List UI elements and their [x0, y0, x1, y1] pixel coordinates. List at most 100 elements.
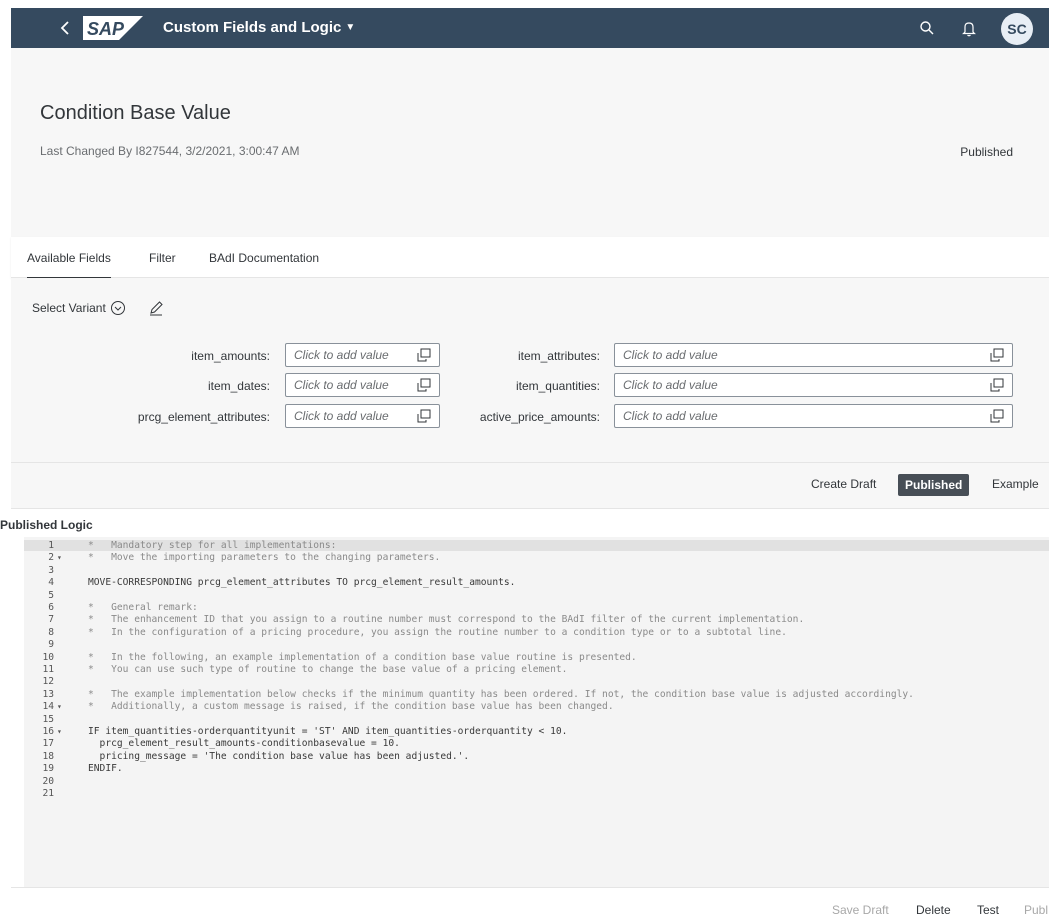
last-changed-info: Last Changed By I827544, 3/2/2021, 3:00:…	[40, 144, 300, 158]
variant-selector[interactable]: Select Variant	[32, 300, 126, 316]
value-help-icon[interactable]	[417, 409, 431, 423]
code-line[interactable]: 18 pricing_message = 'The condition base…	[24, 751, 1049, 762]
tab-filter[interactable]: Filter	[149, 251, 176, 265]
avatar-initials: SC	[1007, 21, 1027, 37]
value-help-icon[interactable]	[417, 348, 431, 362]
item-amounts-placeholder: Click to add value	[294, 348, 389, 362]
line-number: 6	[48, 602, 54, 613]
code-line[interactable]: 7 * The enhancement ID that you assign to…	[24, 614, 1049, 625]
example-toggle-button[interactable]: Example	[992, 477, 1039, 491]
line-number: 19	[42, 763, 54, 775]
active-price-amounts-input[interactable]: Click to add value	[614, 404, 1013, 428]
code-line[interactable]: 20	[24, 776, 1049, 787]
line-number: 11	[42, 664, 54, 675]
object-header: Condition Base Value Last Changed By I82…	[11, 48, 1049, 237]
sap-logo[interactable]: SAP	[83, 16, 143, 40]
code-line[interactable]: 1 * Mandatory step for all implementation…	[24, 540, 1049, 551]
code-line[interactable]: 6 * General remark:	[24, 602, 1049, 613]
line-number: 20	[42, 775, 54, 787]
value-help-icon[interactable]	[990, 348, 1004, 362]
item-attributes-input[interactable]: Click to add value	[614, 343, 1013, 367]
line-number: 18	[42, 750, 54, 762]
code-line[interactable]: 14 ▾ * Additionally, a custom message is r…	[24, 701, 1049, 712]
line-number: 9	[48, 639, 54, 651]
chevron-left-icon	[60, 21, 69, 35]
code-line[interactable]: 8 * In the configuration of a pricing pro…	[24, 627, 1049, 638]
active-price-amounts-placeholder: Click to add value	[623, 409, 718, 423]
fold-toggle-icon[interactable]: ▾	[57, 726, 67, 737]
code-line[interactable]: 17 prcg_element_result_amounts-condition…	[24, 738, 1049, 749]
line-number: 16	[42, 726, 54, 737]
user-avatar[interactable]: SC	[1001, 13, 1033, 45]
fold-toggle-icon[interactable]: ▾	[57, 552, 67, 563]
line-number: 10	[42, 651, 54, 663]
line-number: 12	[42, 676, 54, 688]
code-text: * The enhancement ID that you assign to …	[88, 614, 805, 626]
code-line[interactable]: 5	[24, 590, 1049, 601]
app-title: Custom Fields and Logic	[163, 19, 342, 36]
page-title: Condition Base Value	[40, 102, 231, 124]
prcg-element-attributes-input[interactable]: Click to add value	[285, 404, 440, 428]
line-number: 17	[42, 738, 54, 750]
code-line[interactable]: 12	[24, 676, 1049, 687]
code-text: * You can use such type of routine to ch…	[88, 664, 568, 675]
delete-button[interactable]: Delete	[916, 903, 951, 917]
tab-badi-documentation[interactable]: BAdI Documentation	[209, 251, 319, 265]
save-draft-button[interactable]: Save Draft	[832, 903, 889, 917]
app-title-menu[interactable]: Custom Fields and Logic ▼	[163, 18, 355, 38]
code-text: * In the following, an example implement…	[88, 651, 637, 663]
bell-icon	[962, 22, 976, 37]
value-help-icon[interactable]	[417, 378, 431, 392]
code-line[interactable]: 9	[24, 639, 1049, 650]
code-text: prcg_element_result_amounts-conditionbas…	[88, 738, 400, 750]
code-line[interactable]: 19 ENDIF.	[24, 763, 1049, 774]
code-line[interactable]: 13 * The example implementation below che…	[24, 689, 1049, 700]
published-logic-title: Published Logic	[0, 518, 93, 532]
field-label-active-price-amounts: active_price_amounts:	[479, 410, 600, 424]
field-label-item-attributes: item_attributes:	[517, 349, 600, 363]
prcg-element-attributes-placeholder: Click to add value	[294, 409, 389, 423]
line-number: 3	[48, 564, 54, 576]
search-button[interactable]	[917, 18, 937, 38]
item-quantities-input[interactable]: Click to add value	[614, 373, 1013, 397]
item-amounts-input[interactable]: Click to add value	[285, 343, 440, 367]
notifications-button[interactable]	[959, 18, 979, 38]
code-line[interactable]: 16 ▾ IF item_quantities-orderquantityunit …	[24, 726, 1049, 737]
value-help-icon[interactable]	[990, 378, 1004, 392]
published-toggle-button[interactable]: Published	[898, 474, 970, 496]
item-dates-input[interactable]: Click to add value	[285, 373, 440, 397]
publish-button[interactable]: Publ	[1024, 903, 1048, 917]
line-number: 1	[48, 540, 54, 551]
test-button[interactable]: Test	[977, 903, 999, 917]
fold-toggle-icon[interactable]: ▾	[57, 701, 67, 712]
code-text: MOVE-CORRESPONDING prcg_element_attribut…	[88, 577, 516, 589]
back-button[interactable]	[57, 18, 75, 38]
edit-variant-icon[interactable]	[148, 300, 164, 316]
create-draft-button[interactable]: Create Draft	[811, 477, 876, 491]
tab-available-fields[interactable]: Available Fields	[27, 251, 111, 279]
value-help-icon[interactable]	[990, 409, 1004, 423]
line-number: 14	[42, 701, 54, 713]
item-dates-placeholder: Click to add value	[294, 378, 389, 392]
code-line[interactable]: 4 MOVE-CORRESPONDING prcg_element_attribu…	[24, 577, 1049, 588]
code-line[interactable]: 11 * You can use such type of routine to …	[24, 664, 1049, 675]
code-text: * Move the importing parameters to the c…	[88, 552, 441, 564]
code-line[interactable]: 21	[24, 788, 1049, 799]
item-attributes-placeholder: Click to add value	[623, 348, 718, 362]
code-editor[interactable]: 1 * Mandatory step for all implementation…	[24, 537, 1049, 887]
sap-logo-mark: SAP	[83, 16, 143, 40]
chevron-down-circle-icon	[110, 301, 125, 315]
code-line[interactable]: 2 ▾ * Move the importing parameters to the…	[24, 552, 1049, 563]
code-line[interactable]: 3	[24, 565, 1049, 576]
caret-down-icon: ▼	[345, 22, 356, 34]
line-number: 2	[48, 552, 54, 564]
code-text: * In the configuration of a pricing proc…	[88, 626, 787, 638]
code-line[interactable]: 15	[24, 714, 1049, 725]
line-number: 7	[48, 614, 54, 626]
left-margin	[0, 0, 11, 917]
code-text: IF item_quantities-orderquantityunit = '…	[88, 726, 568, 737]
code-line[interactable]: 10 * In the following, an example impleme…	[24, 652, 1049, 663]
line-number: 15	[42, 713, 54, 725]
tab-bar: Available Fields Filter BAdI Documentati…	[11, 237, 1049, 279]
status-text: Published	[960, 145, 1013, 159]
